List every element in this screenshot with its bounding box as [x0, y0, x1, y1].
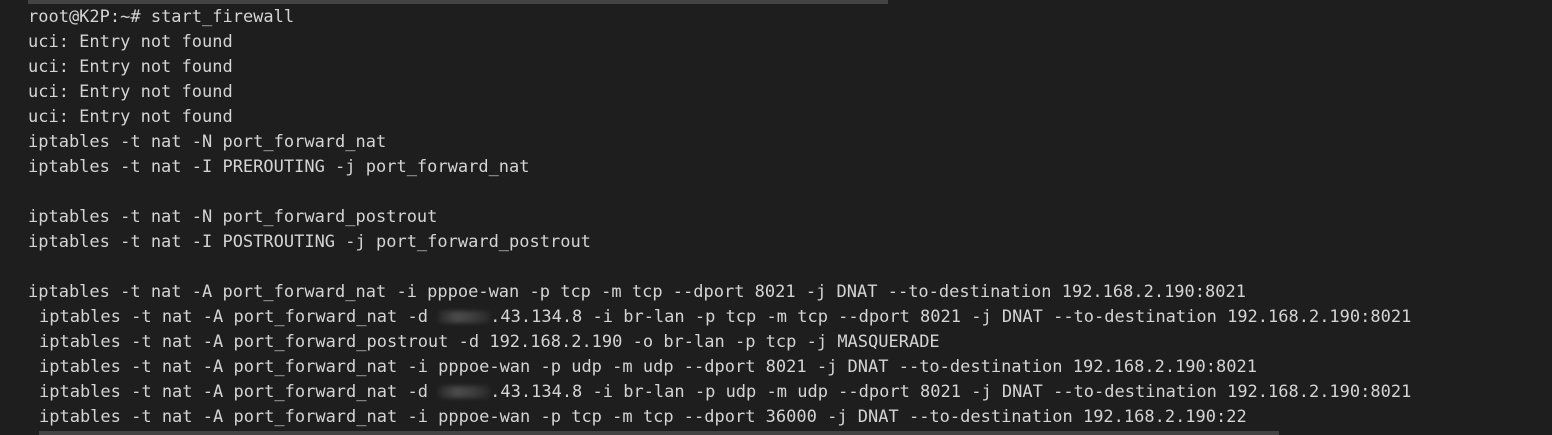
output-line: iptables -t nat -N port_forward_postrout [28, 207, 438, 227]
rule-prefix: iptables -t nat -A port_forward_nat -d [39, 307, 439, 327]
clipped-top-line [28, 0, 888, 4]
output-line: iptables -t nat -A port_forward_nat -i p… [28, 282, 1246, 302]
output-line: iptables -t nat -N port_forward_nat [28, 132, 387, 152]
redacted-ip [438, 311, 491, 323]
output-line: uci: Entry not found [28, 107, 233, 127]
output-line: iptables -t nat -A port_forward_nat -i p… [39, 357, 1257, 377]
output-line: iptables -t nat -A port_forward_postrout… [39, 332, 940, 352]
output-line: uci: Entry not found [28, 57, 233, 77]
rule-suffix: .43.134.8 -i br-lan -p tcp -m tcp --dpor… [490, 307, 1412, 327]
output-line: uci: Entry not found [28, 82, 233, 102]
redacted-ip [438, 386, 491, 398]
output-line: iptables -t nat -A port_forward_nat -d .… [39, 305, 1411, 330]
output-line: uci: Entry not found [28, 32, 233, 52]
command-line: root@K2P:~# start_firewall [28, 5, 294, 30]
terminal-window[interactable]: root@K2P:~# start_firewall uci: Entry no… [0, 0, 1552, 435]
rule-suffix: .43.134.8 -i br-lan -p udp -m udp --dpor… [490, 382, 1412, 402]
output-line: iptables -t nat -A port_forward_nat -d .… [39, 380, 1411, 405]
output-line: iptables -t nat -I PREROUTING -j port_fo… [28, 157, 530, 177]
command-text: start_firewall [150, 7, 295, 27]
rule-prefix: iptables -t nat -A port_forward_nat -d [39, 382, 439, 402]
clipped-bottom-line [39, 431, 1279, 435]
output-line: iptables -t nat -I POSTROUTING -j port_f… [28, 232, 591, 252]
output-line: iptables -t nat -A port_forward_nat -i p… [39, 407, 1247, 427]
shell-prompt: root@K2P:~# [28, 7, 151, 27]
